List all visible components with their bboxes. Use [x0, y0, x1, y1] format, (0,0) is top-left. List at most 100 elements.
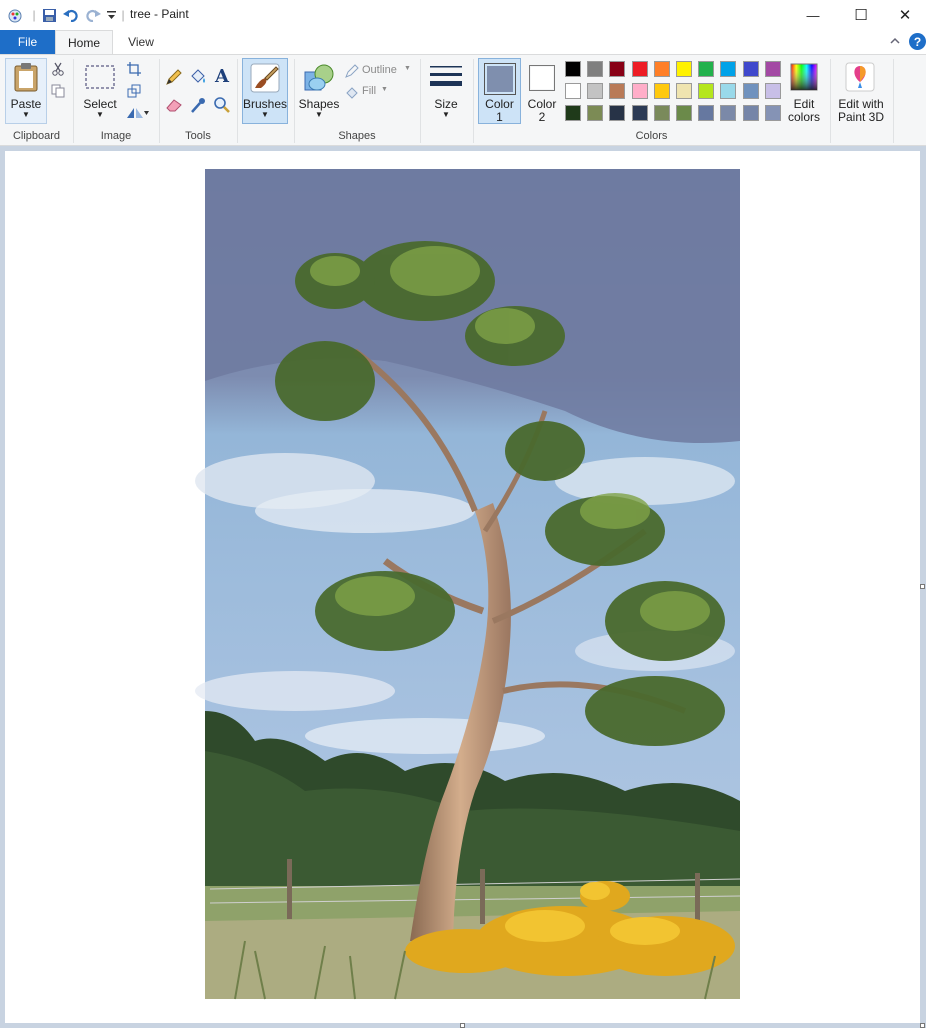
paste-dropdown-icon[interactable]: ▼ [5, 110, 47, 119]
palette-swatch[interactable] [565, 105, 581, 121]
color2-number: 2 [538, 110, 546, 124]
palette-swatch[interactable] [742, 105, 759, 121]
divider: | [32, 8, 36, 22]
palette-swatch[interactable] [587, 105, 604, 121]
shapes-label[interactable]: Shapes [298, 97, 340, 111]
brush-icon [248, 61, 282, 95]
help-icon[interactable]: ? [909, 33, 926, 50]
cut-icon[interactable] [50, 61, 66, 77]
shapes-dropdown-icon[interactable]: ▼ [298, 110, 340, 119]
color-picker-icon[interactable] [188, 95, 208, 115]
crop-icon[interactable] [126, 61, 142, 77]
save-icon[interactable] [40, 6, 58, 24]
palette-swatch[interactable] [587, 61, 604, 77]
select-dropdown-icon[interactable]: ▼ [80, 110, 120, 119]
divider: | [121, 8, 125, 22]
edit-colors-label[interactable]: Edit [784, 97, 824, 111]
eraser-icon[interactable] [164, 95, 184, 115]
color2-swatch[interactable] [529, 65, 555, 91]
palette-swatch[interactable] [720, 105, 737, 121]
size-dropdown-icon[interactable]: ▼ [426, 110, 466, 119]
shapes-icon[interactable] [302, 61, 336, 95]
palette-swatch[interactable] [764, 61, 781, 77]
paint3d-icon[interactable] [844, 61, 876, 93]
tab-view[interactable]: View [113, 30, 169, 54]
group-separator [237, 59, 238, 143]
palette-swatch[interactable] [587, 83, 604, 99]
collapse-ribbon-icon[interactable] [888, 34, 902, 48]
pencil-icon[interactable] [164, 67, 184, 87]
color2-label[interactable]: Color [522, 97, 562, 111]
palette-swatch[interactable] [653, 83, 670, 99]
fill-icon[interactable] [344, 85, 360, 101]
maximize-button[interactable]: ☐ [838, 0, 884, 30]
palette-swatch[interactable] [609, 105, 626, 121]
text-icon[interactable]: A [212, 65, 232, 87]
palette-swatch[interactable] [698, 61, 715, 77]
redo-icon[interactable] [84, 6, 102, 24]
palette-swatch[interactable] [698, 83, 715, 99]
drawing-canvas[interactable] [5, 151, 920, 1023]
tab-file[interactable]: File [0, 30, 55, 54]
group-separator [420, 59, 421, 143]
palette-swatch[interactable] [720, 83, 737, 99]
palette-swatch[interactable] [653, 105, 670, 121]
fill-label[interactable]: Fill [362, 85, 376, 97]
brushes-dropdown-icon[interactable]: ▼ [242, 110, 288, 119]
fill-dropdown-icon[interactable]: ▼ [381, 86, 388, 93]
palette-swatch[interactable] [565, 83, 581, 99]
edit-colors-icon[interactable] [788, 61, 820, 93]
palette-swatch[interactable] [565, 61, 581, 77]
color1-number: 1 [496, 110, 503, 124]
close-button[interactable]: ✕ [882, 0, 926, 30]
outline-label[interactable]: Outline [362, 64, 397, 76]
size-icon[interactable] [428, 61, 464, 95]
resize-icon[interactable] [126, 83, 142, 99]
color1-swatch [484, 63, 516, 95]
ribbon-home: Paste ▼ Clipboard Select ▼ Image A Tools [0, 54, 926, 146]
paint-app-icon[interactable] [6, 6, 24, 24]
palette-swatch[interactable] [631, 105, 648, 121]
palette-swatch[interactable] [631, 83, 648, 99]
resize-handle-corner[interactable] [920, 1023, 925, 1028]
palette-swatch[interactable] [764, 105, 781, 121]
minimize-button[interactable]: — [790, 0, 836, 30]
fill-bucket-icon[interactable] [188, 67, 208, 87]
tab-home[interactable]: Home [55, 30, 113, 54]
palette-swatch[interactable] [609, 61, 626, 77]
palette-swatch[interactable] [676, 61, 692, 77]
ribbon-tabs: File Home View ? [0, 30, 926, 54]
image-group-label: Image [100, 130, 132, 142]
outline-icon[interactable] [344, 63, 360, 79]
select-label[interactable]: Select [80, 97, 120, 111]
palette-swatch[interactable] [653, 61, 670, 77]
rotate-icon[interactable] [124, 105, 150, 121]
tools-group-label: Tools [185, 130, 211, 142]
palette-swatch[interactable] [720, 61, 737, 77]
window-title: tree - Paint [130, 7, 189, 21]
palette-swatch[interactable] [676, 83, 692, 99]
undo-icon[interactable] [62, 6, 80, 24]
magnifier-icon[interactable] [212, 95, 232, 115]
size-label[interactable]: Size [426, 97, 466, 111]
outline-dropdown-icon[interactable]: ▼ [404, 65, 411, 72]
palette-swatch[interactable] [742, 83, 759, 99]
clipboard-group-label: Clipboard [12, 130, 61, 142]
resize-handle-bottom[interactable] [460, 1023, 465, 1028]
palette-swatch[interactable] [698, 105, 715, 121]
color1-label: Color [485, 97, 514, 111]
customize-quick-access-icon[interactable] [104, 6, 118, 24]
resize-handle-right[interactable] [920, 584, 925, 589]
palette-swatch[interactable] [609, 83, 626, 99]
palette-swatch[interactable] [764, 83, 781, 99]
group-separator [830, 59, 831, 143]
palette-swatch[interactable] [631, 61, 648, 77]
paint3d-label[interactable]: Edit with [834, 97, 888, 111]
palette-swatch[interactable] [742, 61, 759, 77]
colors-group-label: Colors [635, 130, 668, 142]
select-icon[interactable] [85, 65, 115, 89]
copy-icon[interactable] [50, 83, 66, 99]
painting-image [195, 169, 741, 1000]
paint3d-label-2: Paint 3D [837, 110, 885, 124]
palette-swatch[interactable] [676, 105, 692, 121]
